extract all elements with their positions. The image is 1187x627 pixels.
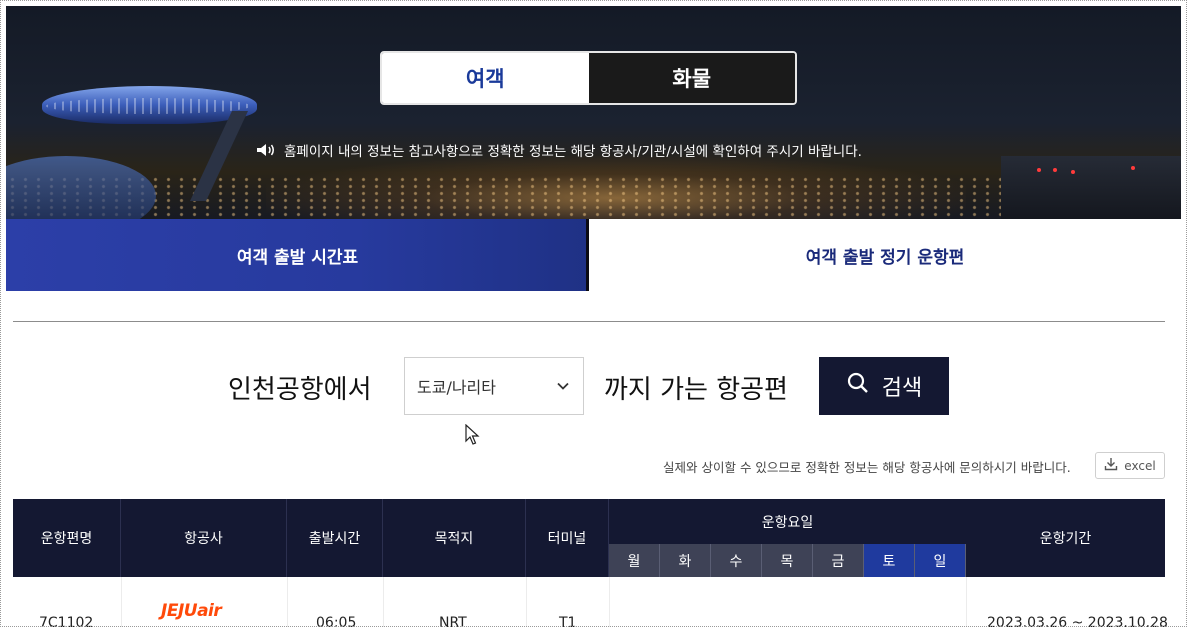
header-airline[interactable]: 항공사: [121, 499, 287, 577]
header-day-thu: 목: [762, 544, 813, 577]
accuracy-notice: 실제와 상이할 수 있으므로 정확한 정보는 해당 항공사에 문의하시기 바랍니…: [663, 460, 1071, 475]
search-button-label: 검색: [881, 376, 923, 401]
header-days: 운항요일: [761, 514, 814, 531]
tab-passenger-regular-flights-label: 여객 출발 정기 운항편: [805, 247, 965, 268]
passenger-cargo-toggle: 여객 화물: [380, 51, 797, 105]
speaker-icon: [256, 143, 276, 157]
chevron-down-icon: [555, 378, 571, 394]
header-day-tue: 화: [660, 544, 711, 577]
row-divider: [121, 577, 122, 627]
search-button[interactable]: 검색: [819, 357, 949, 415]
city-buildings: [1001, 156, 1181, 219]
airline-logo: JEJUair: [161, 601, 222, 621]
excel-label: excel: [1124, 458, 1156, 473]
row-departure: 06:05: [316, 615, 357, 627]
header-day-wed: 수: [711, 544, 762, 577]
header-day-mon: 월: [609, 544, 660, 577]
download-icon: [1104, 457, 1118, 474]
header-day-fri: 금: [813, 544, 864, 577]
tab-passenger-timetable-label: 여객 출발 시간표: [236, 247, 359, 268]
header-flight[interactable]: 운항편명: [13, 499, 121, 577]
mouse-cursor-icon: [465, 423, 481, 446]
row-divider: [287, 577, 288, 627]
destination-select-value: 도쿄/나리타: [417, 378, 496, 397]
row-period: 2023.03.26 ~ 2023.10.28: [987, 615, 1168, 627]
excel-download-button[interactable]: excel: [1095, 452, 1165, 479]
hero-notice-text: 홈페이지 내의 정보는 참고사항으로 정확한 정보는 해당 항공사/기관/시설에…: [284, 144, 862, 160]
hero-banner: 여객 화물 홈페이지 내의 정보는 참고사항으로 정확한 정보는 해당 항공사/…: [6, 6, 1181, 219]
terminal-dome: [6, 156, 156, 219]
header-departure[interactable]: 출발시간: [287, 499, 383, 577]
header-destination[interactable]: 목적지: [383, 499, 526, 577]
hero-notice: 홈페이지 내의 정보는 참고사항으로 정확한 정보는 해당 항공사/기관/시설에…: [256, 140, 862, 160]
section-divider: [13, 321, 1165, 322]
table-header: 운항편명 항공사 출발시간 목적지 터미널 운항요일 월 화 수 목 금 토 일…: [13, 499, 1165, 577]
search-icon: [846, 371, 870, 401]
destination-select[interactable]: 도쿄/나리타: [404, 357, 584, 415]
header-day-sun: 일: [915, 544, 966, 577]
header-day-sat: 토: [864, 544, 915, 577]
tab-passenger-regular-flights[interactable]: 여객 출발 정기 운항편: [589, 219, 1181, 291]
terminal-roof-lights: [46, 98, 251, 114]
row-divider: [383, 577, 384, 627]
header-period[interactable]: 운항기간: [966, 499, 1165, 577]
search-to-text: 까지 가는 항공편: [604, 375, 788, 405]
row-divider: [526, 577, 527, 627]
search-from-text: 인천공항에서: [228, 375, 372, 405]
cargo-toggle-button[interactable]: 화물: [588, 53, 795, 103]
passenger-toggle-button[interactable]: 여객: [382, 53, 589, 103]
row-flight: 7C1102: [39, 615, 94, 627]
row-terminal: T1: [559, 615, 577, 627]
header-terminal[interactable]: 터미널: [526, 499, 609, 577]
table-row[interactable]: 7C1102 JEJUair 06:05 NRT T1 2023.03.26 ~…: [13, 577, 1168, 627]
row-destination: NRT: [439, 615, 467, 627]
tab-passenger-timetable[interactable]: 여객 출발 시간표: [6, 219, 589, 291]
row-divider: [966, 577, 967, 627]
row-divider: [609, 577, 610, 627]
